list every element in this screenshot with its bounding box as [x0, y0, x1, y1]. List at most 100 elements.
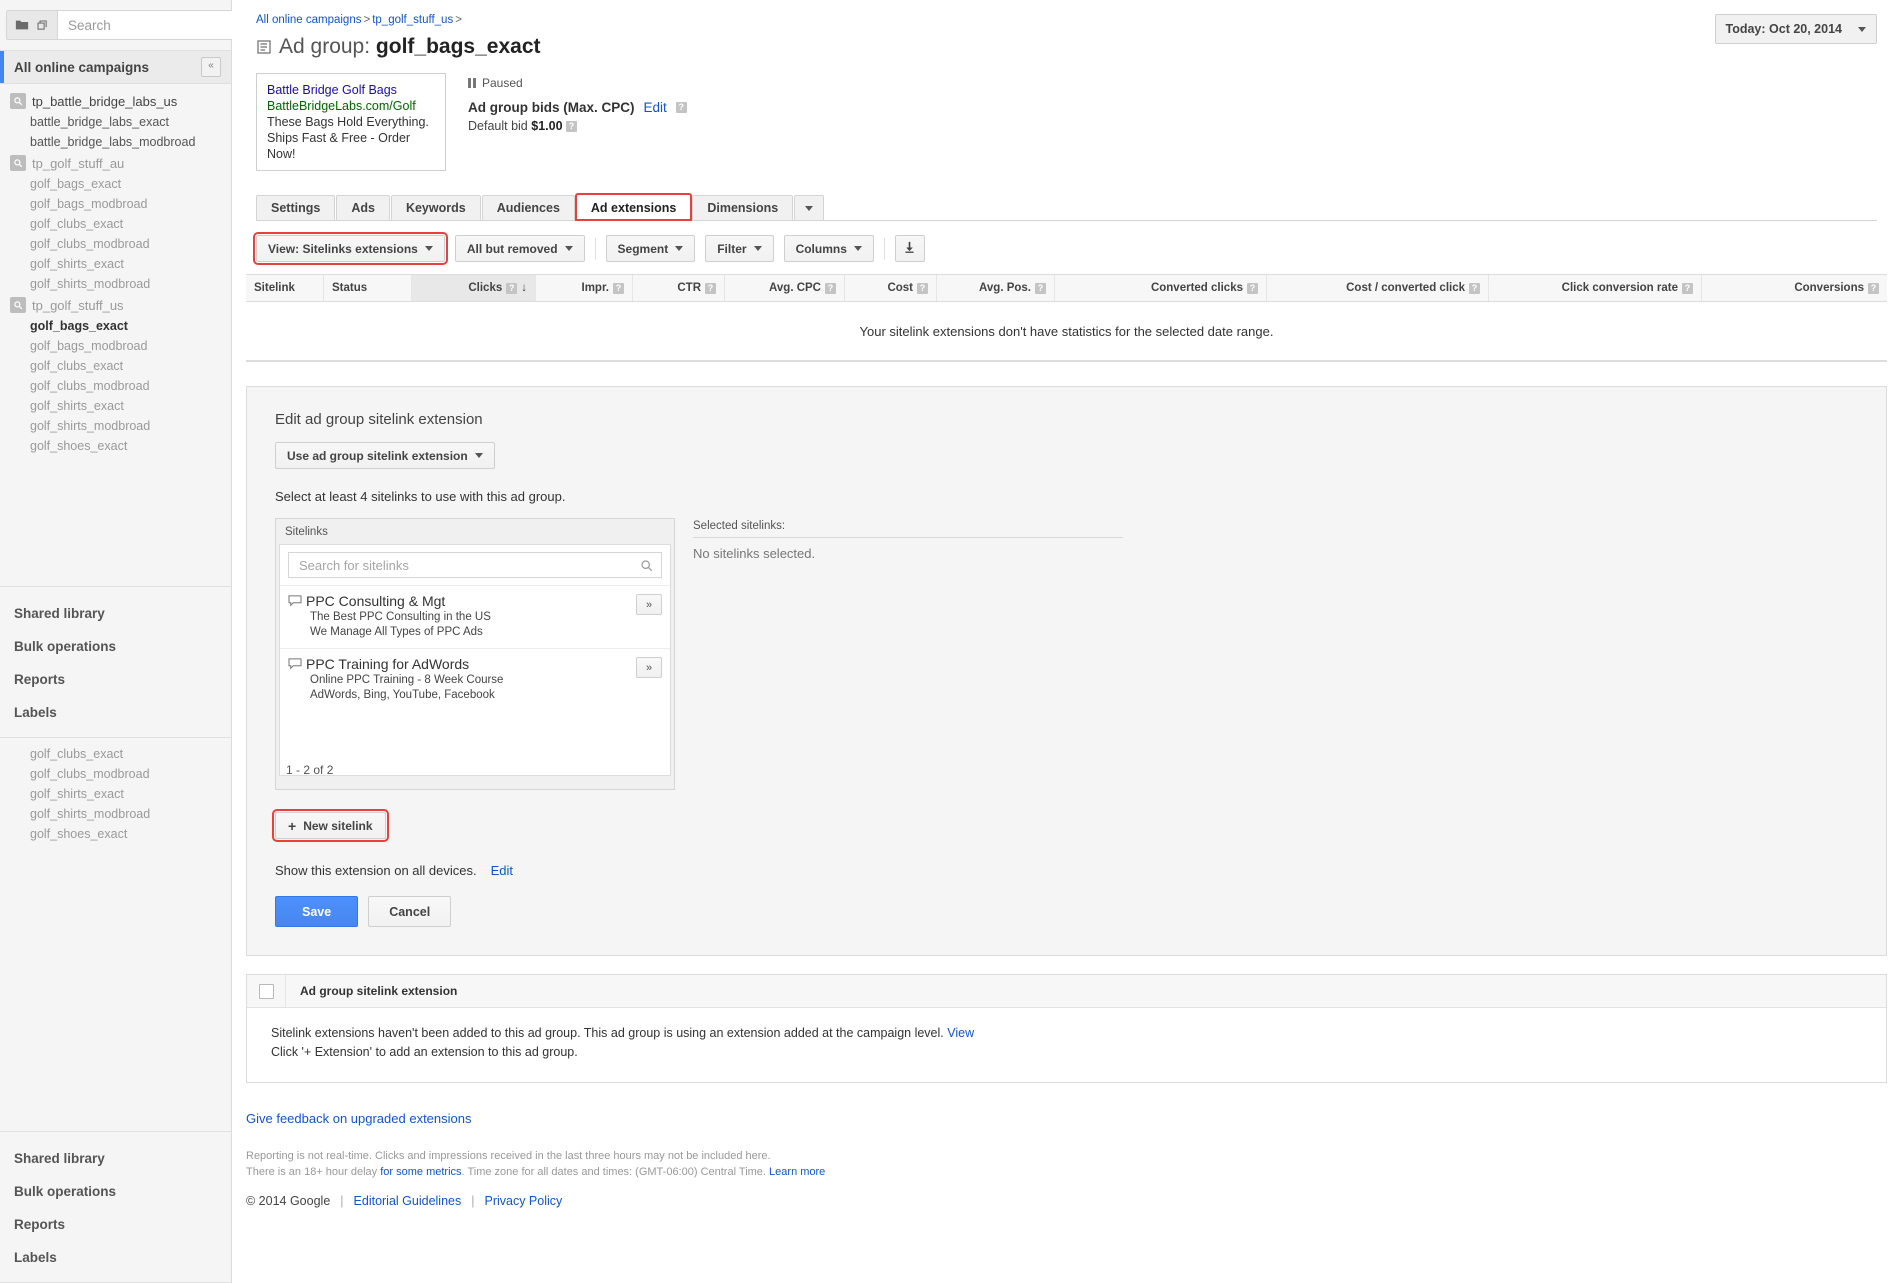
- sidebar-adgroup[interactable]: golf_shirts_modbroad: [0, 416, 231, 436]
- sidebar-adgroup[interactable]: golf_clubs_exact: [0, 214, 231, 234]
- column-header-ctr[interactable]: CTR?: [633, 275, 725, 301]
- view-campaign-extension-link[interactable]: View: [947, 1026, 974, 1040]
- learn-more-link[interactable]: Learn more: [769, 1166, 825, 1178]
- help-icon[interactable]: ?: [1035, 283, 1046, 294]
- some-metrics-link[interactable]: for some metrics: [380, 1166, 461, 1178]
- sidebar-all-campaigns-header[interactable]: All online campaigns «: [0, 50, 231, 84]
- edit-devices-link[interactable]: Edit: [491, 863, 513, 878]
- tab-ad-extensions[interactable]: Ad extensions: [576, 194, 691, 220]
- help-icon[interactable]: ?: [825, 283, 836, 294]
- sidebar-label-item[interactable]: golf_shirts_exact: [0, 784, 231, 804]
- column-header-converted-clicks[interactable]: Converted clicks?: [1055, 275, 1267, 301]
- sidebar-adgroup[interactable]: golf_shirts_exact: [0, 396, 231, 416]
- column-header-sitelink[interactable]: Sitelink: [246, 275, 324, 301]
- select-all-checkbox-cell[interactable]: [247, 984, 285, 999]
- help-icon[interactable]: ?: [917, 283, 928, 294]
- tab-ads[interactable]: Ads: [336, 195, 390, 220]
- tab-settings[interactable]: Settings: [256, 195, 335, 220]
- sidebar-campaign[interactable]: tp_golf_stuff_us: [0, 294, 231, 316]
- filter-button[interactable]: Filter: [705, 235, 773, 262]
- column-header-conversions[interactable]: Conversions?: [1702, 275, 1887, 301]
- help-icon[interactable]: ?: [1868, 283, 1879, 294]
- sidebar-adgroup[interactable]: golf_clubs_modbroad: [0, 234, 231, 254]
- view-selector-button[interactable]: View: Sitelinks extensions: [256, 235, 445, 262]
- sidebar-item-bulk-operations[interactable]: Bulk operations: [0, 630, 231, 663]
- sidebar-adgroup[interactable]: golf_clubs_exact: [0, 356, 231, 376]
- save-button[interactable]: Save: [275, 896, 358, 927]
- columns-button[interactable]: Columns: [784, 235, 874, 262]
- sidebar-item-reports[interactable]: Reports: [0, 663, 231, 696]
- folder-icon[interactable]: [12, 15, 32, 35]
- column-label: Cost / converted click: [1346, 282, 1465, 294]
- column-header-avg-cpc[interactable]: Avg. CPC?: [725, 275, 845, 301]
- sidebar-item-shared-library[interactable]: Shared library: [0, 597, 231, 630]
- column-header-clicks[interactable]: Clicks?↓: [412, 275, 536, 301]
- search-input[interactable]: [66, 17, 247, 34]
- add-sitelink-button[interactable]: »: [636, 594, 662, 615]
- tab-keywords[interactable]: Keywords: [391, 195, 481, 220]
- date-range-picker[interactable]: Today: Oct 20, 2014: [1715, 14, 1878, 44]
- help-icon-default-bid[interactable]: ?: [566, 121, 577, 132]
- sidebar-item-shared-library-2[interactable]: Shared library: [0, 1142, 231, 1175]
- new-sitelink-button[interactable]: + New sitelink: [275, 812, 386, 839]
- add-sitelink-button[interactable]: »: [636, 657, 662, 678]
- new-sitelink-row: + New sitelink: [275, 812, 1858, 839]
- help-icon[interactable]: ?: [506, 283, 517, 294]
- sitelink-search-wrapper[interactable]: [288, 552, 662, 578]
- privacy-policy-link[interactable]: Privacy Policy: [484, 1194, 562, 1208]
- sitelink-list-item[interactable]: PPC Consulting & Mgt The Best PPC Consul…: [280, 585, 670, 648]
- sidebar-label-item[interactable]: golf_clubs_exact: [0, 744, 231, 764]
- sitelink-search-input[interactable]: [297, 557, 640, 574]
- column-header-click-conversion-rate[interactable]: Click conversion rate?: [1489, 275, 1702, 301]
- sidebar-item-reports-2[interactable]: Reports: [0, 1208, 231, 1241]
- help-icon[interactable]: ?: [613, 283, 624, 294]
- sidebar-adgroup[interactable]: golf_shirts_exact: [0, 254, 231, 274]
- column-header-cost-per-converted-click[interactable]: Cost / converted click?: [1267, 275, 1489, 301]
- cancel-button[interactable]: Cancel: [368, 896, 451, 927]
- select-all-checkbox[interactable]: [259, 984, 274, 999]
- breadcrumb-all-campaigns[interactable]: All online campaigns: [256, 14, 361, 26]
- give-feedback-link[interactable]: Give feedback on upgraded extensions: [246, 1111, 472, 1126]
- help-icon[interactable]: ?: [1469, 283, 1480, 294]
- sidebar-adgroup[interactable]: battle_bridge_labs_modbroad: [0, 132, 231, 152]
- sidebar-campaign[interactable]: tp_battle_bridge_labs_us: [0, 90, 231, 112]
- edit-bids-link[interactable]: Edit: [644, 100, 667, 115]
- segment-button[interactable]: Segment: [606, 235, 696, 262]
- sidebar-item-bulk-operations-2[interactable]: Bulk operations: [0, 1175, 231, 1208]
- chevron-down-icon: [565, 246, 573, 251]
- sidebar-campaign[interactable]: tp_golf_stuff_au: [0, 152, 231, 174]
- use-adgroup-sitelink-extension-button[interactable]: Use ad group sitelink extension: [275, 442, 495, 469]
- sidebar-item-labels[interactable]: Labels: [0, 696, 231, 729]
- tab-audiences[interactable]: Audiences: [482, 195, 575, 220]
- help-icon[interactable]: ?: [1682, 283, 1693, 294]
- copy-icon[interactable]: [32, 15, 52, 35]
- sidebar-label-item[interactable]: golf_shirts_modbroad: [0, 804, 231, 824]
- help-icon[interactable]: ?: [705, 283, 716, 294]
- sitelink-list-item[interactable]: PPC Training for AdWords Online PPC Trai…: [280, 648, 670, 711]
- help-icon[interactable]: ?: [1247, 283, 1258, 294]
- download-button[interactable]: [895, 235, 925, 262]
- tab-dimensions[interactable]: Dimensions: [692, 195, 793, 220]
- tab-more-button[interactable]: [794, 195, 824, 220]
- breadcrumb-campaign[interactable]: tp_golf_stuff_us: [372, 14, 453, 26]
- collapse-sidebar-button[interactable]: «: [201, 57, 221, 77]
- fine-print-delay-text: There is an 18+ hour delay: [246, 1166, 377, 1178]
- column-header-impr[interactable]: Impr.?: [536, 275, 633, 301]
- sidebar-adgroup[interactable]: golf_bags_modbroad: [0, 336, 231, 356]
- editorial-guidelines-link[interactable]: Editorial Guidelines: [354, 1194, 462, 1208]
- sidebar-adgroup[interactable]: golf_bags_exact: [0, 174, 231, 194]
- sidebar-adgroup[interactable]: golf_shoes_exact: [0, 436, 231, 456]
- sidebar-item-labels-2[interactable]: Labels: [0, 1241, 231, 1274]
- column-header-avg-pos[interactable]: Avg. Pos.?: [937, 275, 1055, 301]
- column-header-cost[interactable]: Cost?: [845, 275, 937, 301]
- sidebar-adgroup[interactable]: golf_bags_modbroad: [0, 194, 231, 214]
- sidebar-adgroup[interactable]: battle_bridge_labs_exact: [0, 112, 231, 132]
- sidebar-adgroup[interactable]: golf_clubs_modbroad: [0, 376, 231, 396]
- status-filter-button[interactable]: All but removed: [455, 235, 585, 262]
- sidebar-adgroup-selected[interactable]: golf_bags_exact: [0, 316, 231, 336]
- sidebar-adgroup[interactable]: golf_shirts_modbroad: [0, 274, 231, 294]
- help-icon[interactable]: ?: [676, 102, 687, 113]
- column-header-status[interactable]: Status: [324, 275, 412, 301]
- sidebar-label-item[interactable]: golf_shoes_exact: [0, 824, 231, 844]
- sidebar-label-item[interactable]: golf_clubs_modbroad: [0, 764, 231, 784]
